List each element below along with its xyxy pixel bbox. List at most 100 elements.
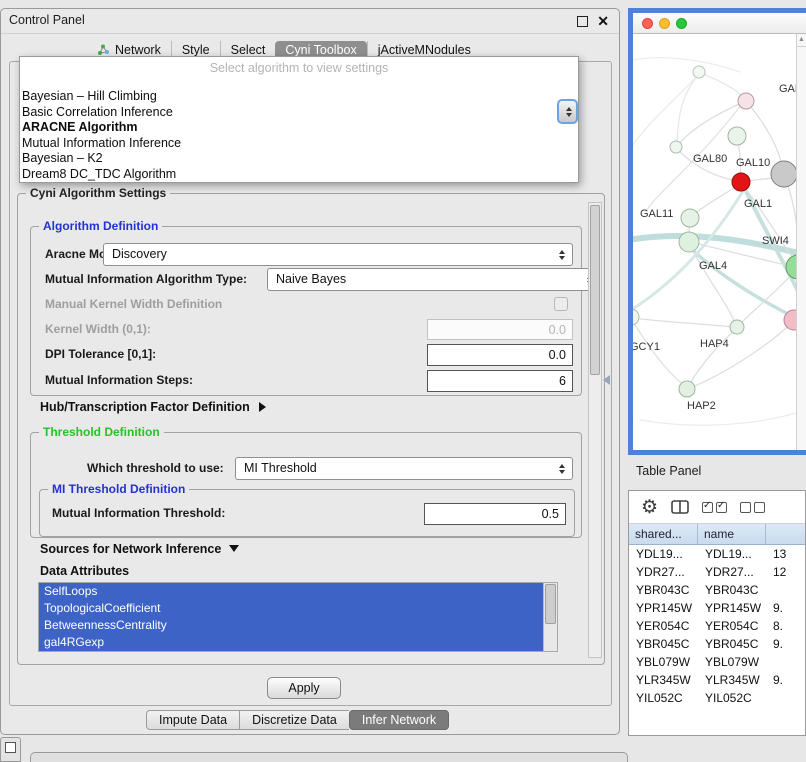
network-node[interactable] <box>670 141 682 153</box>
close-traffic-light[interactable] <box>642 18 653 29</box>
network-node[interactable] <box>771 161 797 187</box>
network-edge[interactable] <box>640 410 806 425</box>
list-scrollbar-thumb[interactable] <box>545 584 556 624</box>
algorithm-option[interactable]: ARACNE Algorithm <box>20 120 578 136</box>
aracne-mode-combobox[interactable]: Discovery <box>103 243 573 266</box>
float-window-icon[interactable] <box>577 16 588 27</box>
table-row[interactable]: YBR043CYBR043C <box>629 581 805 599</box>
minimized-panel-icon[interactable] <box>0 737 21 762</box>
network-node[interactable] <box>732 173 750 191</box>
table-cell: YPR145W <box>629 599 698 617</box>
network-edge[interactable] <box>691 184 740 217</box>
network-scrollbar[interactable]: ▲ <box>796 34 806 450</box>
table-cell: YBR045C <box>629 635 698 653</box>
node-label: GCY1 <box>633 341 660 353</box>
combobox-value: MI Threshold <box>244 461 317 475</box>
desktop: Control Panel ✕ Network Style Select Cyn… <box>0 0 806 762</box>
data-attribute-item[interactable]: gal4RGexp <box>39 634 544 651</box>
data-attribute-item[interactable]: BetweennessCentrality <box>39 617 544 634</box>
node-label: GAL1 <box>744 198 772 210</box>
network-edge[interactable] <box>633 74 699 150</box>
node-label: HAP2 <box>687 400 716 412</box>
network-node[interactable] <box>693 66 705 78</box>
minimized-bar[interactable] <box>30 752 628 762</box>
network-edge[interactable] <box>700 73 744 97</box>
network-node[interactable] <box>738 93 754 109</box>
table-cell: YIL052C <box>629 689 698 707</box>
table-row[interactable]: YER054CYER054C8. <box>629 617 805 635</box>
network-node[interactable] <box>728 127 746 145</box>
list-scrollbar[interactable] <box>543 583 557 651</box>
hub-definition-toggle[interactable]: Hub/Transcription Factor Definition <box>40 400 266 414</box>
table-row[interactable]: YBL079WYBL079W <box>629 653 805 671</box>
mi-threshold-field[interactable] <box>424 503 566 525</box>
network-edge[interactable] <box>677 74 699 144</box>
column-header[interactable]: shared... <box>629 524 698 544</box>
table-cell: YBR043C <box>698 581 766 599</box>
network-edge[interactable] <box>633 318 734 327</box>
kernel-width-field[interactable] <box>427 319 573 340</box>
mi-algorithm-type-combobox[interactable]: Naive Bayes <box>267 268 601 291</box>
column-header[interactable]: name <box>698 524 766 544</box>
algorithm-option[interactable]: Dream8 DC_TDC Algorithm <box>20 167 578 183</box>
data-attribute-item[interactable]: TopologicalCoefficient <box>39 600 544 617</box>
network-window-titlebar[interactable] <box>633 13 806 34</box>
panel-resize-arrow-icon[interactable] <box>603 375 610 385</box>
settings-scrollbar[interactable] <box>588 202 602 658</box>
scroll-up-icon[interactable]: ▲ <box>797 34 806 47</box>
minimize-traffic-light[interactable] <box>659 18 670 29</box>
network-edge[interactable] <box>633 58 740 72</box>
close-icon[interactable]: ✕ <box>597 14 609 28</box>
threshold-definition-group: Threshold Definition Which threshold to … <box>30 432 582 538</box>
network-canvas[interactable]: GAL7GAL80GAL10GAL11GAL1SWI4GAL4GCY1HAP4H… <box>633 34 806 450</box>
combobox-arrows-icon <box>559 250 565 260</box>
zoom-traffic-light[interactable] <box>676 18 687 29</box>
deselect-all-icon[interactable] <box>740 502 765 513</box>
dpi-tolerance-field[interactable] <box>427 344 573 366</box>
table-body: YDL19...YDL19...13YDR27...YDR27...12YBR0… <box>629 545 805 707</box>
table-cell: 9. <box>766 599 805 617</box>
columns-icon[interactable] <box>671 500 689 514</box>
manual-kernel-checkbox[interactable] <box>554 297 568 311</box>
network-node[interactable] <box>633 309 639 325</box>
network-node[interactable] <box>679 232 699 252</box>
algorithm-option[interactable]: Bayesian – Hill Climbing <box>20 89 578 105</box>
network-node[interactable] <box>681 209 699 227</box>
tab-infer-network[interactable]: Infer Network <box>349 710 449 730</box>
table-cell: YLR345W <box>629 671 698 689</box>
tab-impute-data[interactable]: Impute Data <box>146 710 239 730</box>
algorithm-option[interactable]: Basic Correlation Inference <box>20 105 578 121</box>
sources-label: Sources for Network Inference <box>40 542 221 556</box>
network-node[interactable] <box>730 320 744 334</box>
apply-button[interactable]: Apply <box>267 677 341 699</box>
table-row[interactable]: YBR045CYBR045C9. <box>629 635 805 653</box>
table-row[interactable]: YPR145WYPR145W9. <box>629 599 805 617</box>
column-header[interactable] <box>766 524 805 544</box>
threshold-combobox[interactable]: MI Threshold <box>235 457 573 480</box>
mi-steps-field[interactable] <box>427 370 573 392</box>
table-row[interactable]: YDL19...YDL19...13 <box>629 545 805 563</box>
table-cell: YBL079W <box>698 653 766 671</box>
node-label: GAL10 <box>736 157 770 169</box>
algorithm-combobox-button[interactable] <box>557 99 578 124</box>
select-all-icon[interactable] <box>702 502 727 513</box>
gear-icon[interactable]: ⚙ <box>641 498 658 517</box>
bottom-tab-bar: Impute Data Discretize Data Infer Networ… <box>146 710 449 730</box>
network-view-window: GAL7GAL80GAL10GAL11GAL1SWI4GAL4GCY1HAP4H… <box>628 8 806 455</box>
table-row[interactable]: YIL052CYIL052C <box>629 689 805 707</box>
group-title: Threshold Definition <box>39 425 164 440</box>
table-row[interactable]: YLR345WYLR345W9. <box>629 671 805 689</box>
control-panel-titlebar[interactable]: Control Panel ✕ <box>1 9 619 34</box>
algorithm-option[interactable]: Bayesian – K2 <box>20 151 578 167</box>
titlebar-icons: ✕ <box>577 14 609 28</box>
tab-discretize-data[interactable]: Discretize Data <box>239 710 349 730</box>
collapse-arrow-icon <box>229 545 239 552</box>
algorithm-option[interactable]: Mutual Information Inference <box>20 136 578 152</box>
network-svg[interactable]: GAL7GAL80GAL10GAL11GAL1SWI4GAL4GCY1HAP4H… <box>633 34 806 450</box>
network-node[interactable] <box>679 381 695 397</box>
settings-scrollbar-thumb[interactable] <box>590 205 600 375</box>
data-attribute-item[interactable]: SelfLoops <box>39 583 544 600</box>
sources-toggle[interactable]: Sources for Network Inference <box>40 542 239 556</box>
table-row[interactable]: YDR27...YDR27...12 <box>629 563 805 581</box>
tab-label: jActiveMNodules <box>378 43 471 57</box>
